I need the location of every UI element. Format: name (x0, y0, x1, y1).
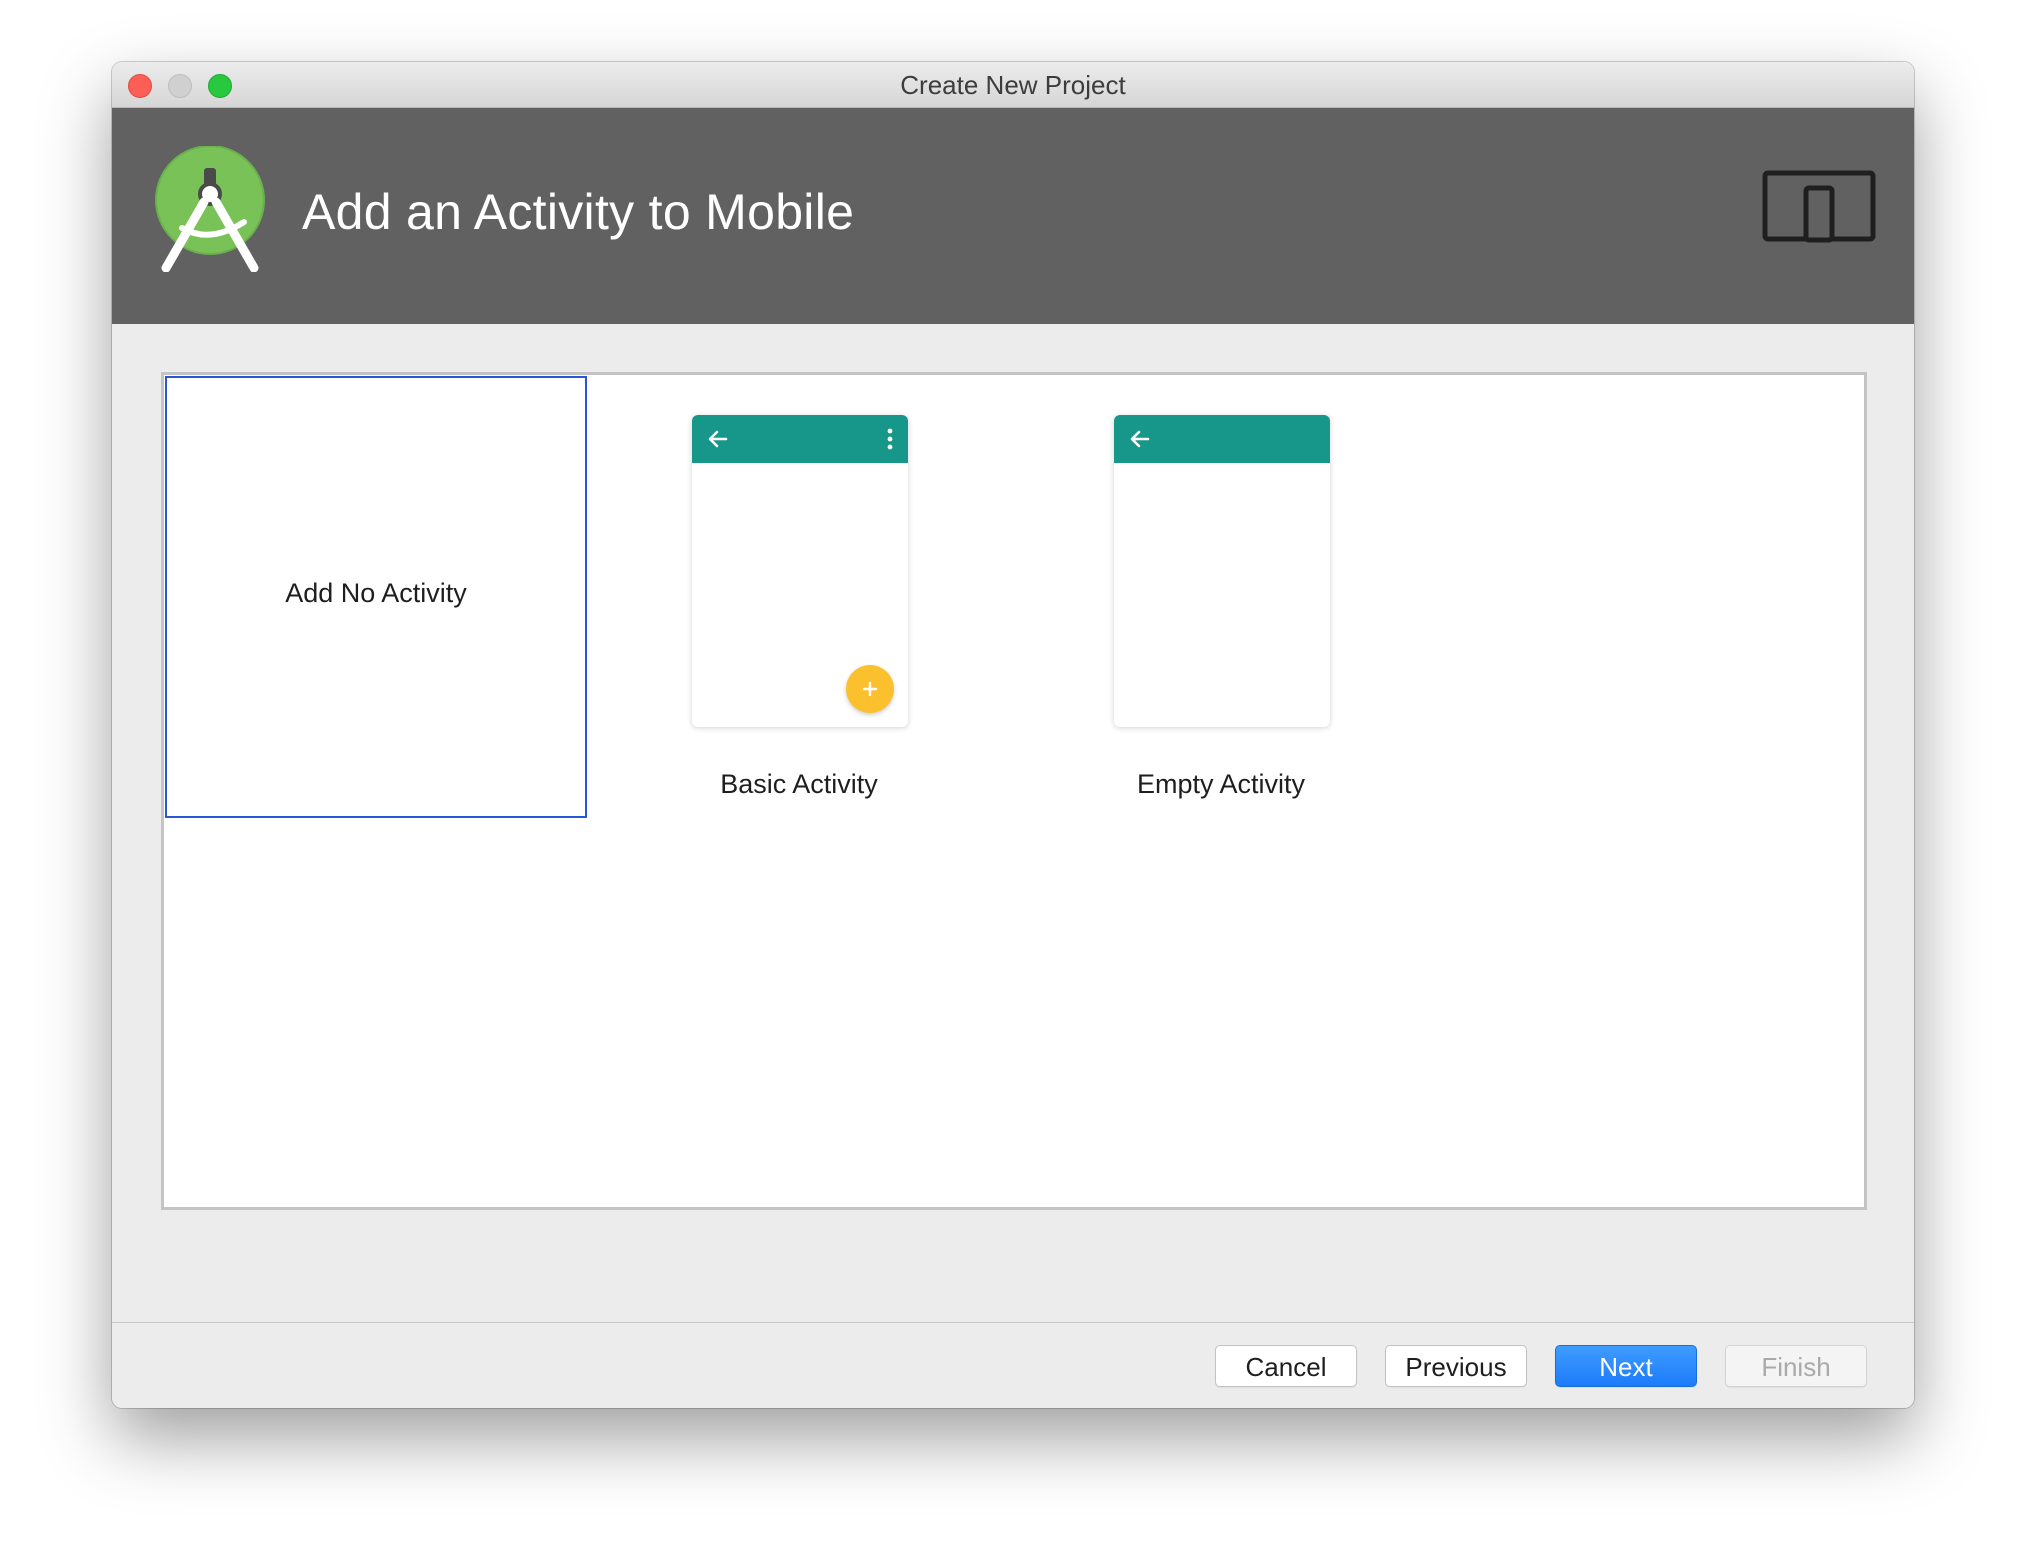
activity-template-gallery: Add No Activity Basic Activity Empty Act… (161, 372, 1867, 1210)
template-add-no-activity[interactable]: Add No Activity (165, 376, 587, 818)
dialog-window: Create New Project Add an Activity to Mo… (112, 62, 1914, 1408)
template-basic-activity[interactable]: Basic Activity (588, 375, 1010, 817)
app-bar (692, 415, 908, 463)
cancel-button[interactable]: Cancel (1215, 1345, 1357, 1387)
template-label: Basic Activity (720, 769, 878, 799)
mobile-tablet-icon (1762, 170, 1876, 243)
plus-icon (862, 681, 878, 697)
previous-button[interactable]: Previous (1385, 1345, 1527, 1387)
wizard-header: Add an Activity to Mobile (112, 108, 1914, 324)
android-studio-logo-icon (155, 146, 265, 272)
floating-action-button (846, 665, 894, 713)
template-label: Empty Activity (1136, 769, 1306, 799)
wizard-footer: Cancel Previous Next Finish (112, 1322, 1914, 1408)
empty-activity-preview (1114, 415, 1330, 727)
template-empty-activity[interactable]: Empty Activity (1010, 375, 1432, 817)
finish-button[interactable]: Finish (1725, 1345, 1867, 1387)
basic-activity-preview (692, 415, 908, 727)
next-button[interactable]: Next (1555, 1345, 1697, 1387)
app-bar (1114, 415, 1330, 463)
header-title: Add an Activity to Mobile (302, 184, 855, 240)
arrow-back-icon (1130, 430, 1150, 448)
title-bar[interactable]: Create New Project (112, 62, 1914, 108)
arrow-back-icon (708, 430, 728, 448)
template-label: Add No Activity (285, 578, 467, 608)
overflow-menu-icon (887, 428, 893, 450)
window-title: Create New Project (900, 70, 1126, 100)
